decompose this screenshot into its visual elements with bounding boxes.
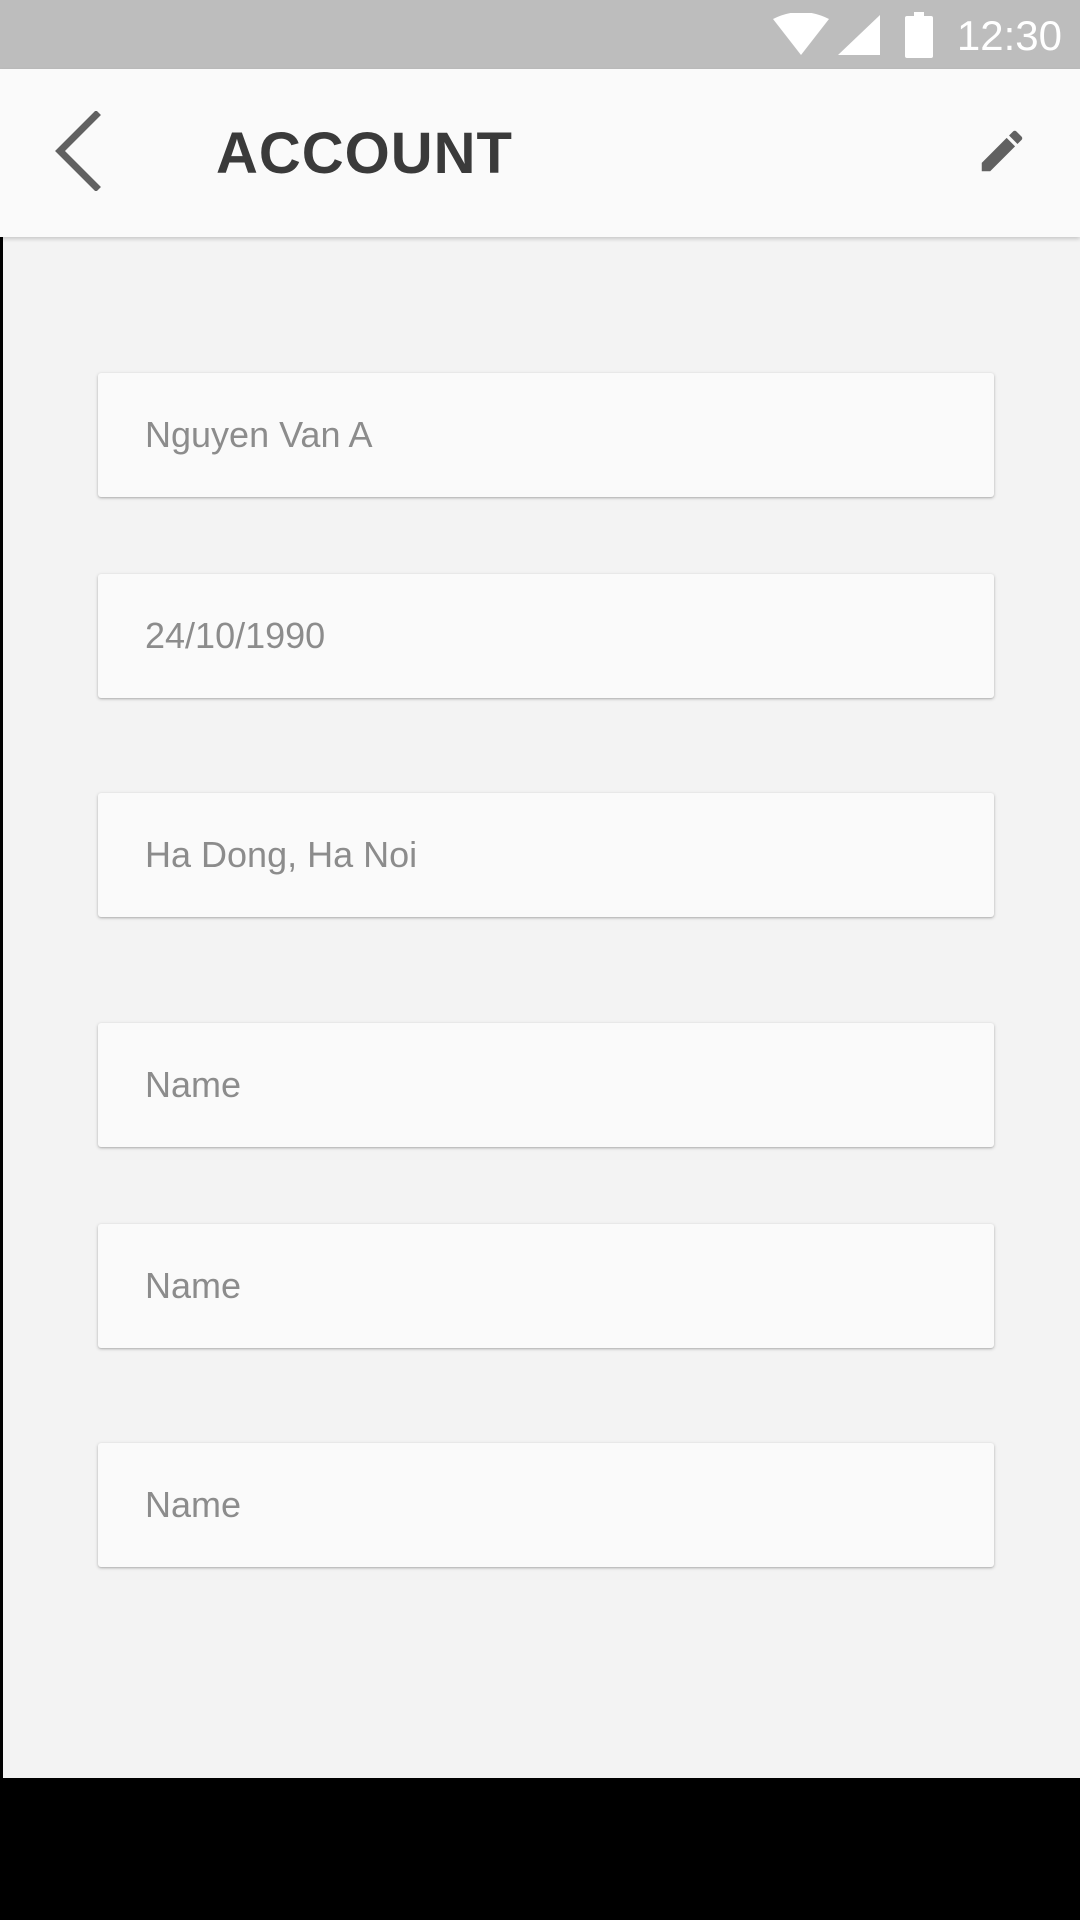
edit-button[interactable]	[954, 105, 1050, 201]
page-title: ACCOUNT	[216, 121, 513, 186]
cellular-signal-icon	[836, 0, 880, 69]
field-placeholder: Name	[145, 1064, 242, 1105]
chevron-left-icon	[52, 109, 104, 196]
address-field[interactable]: Ha Dong, Ha Noi	[98, 793, 994, 917]
name-field-1[interactable]: Name	[98, 1023, 994, 1147]
account-form: Nguyen Van A 24/10/1990 Ha Dong, Ha Noi …	[3, 237, 1080, 1778]
field-value: Ha Dong, Ha Noi	[145, 834, 418, 875]
battery-icon	[905, 0, 933, 69]
full-name-field[interactable]: Nguyen Van A	[98, 373, 994, 497]
name-field-2[interactable]: Name	[98, 1224, 994, 1348]
field-placeholder: Name	[145, 1265, 242, 1306]
pencil-icon	[975, 124, 1029, 183]
field-value: Nguyen Van A	[145, 414, 373, 455]
status-time: 12:30	[956, 12, 1062, 59]
birth-date-field[interactable]: 24/10/1990	[98, 574, 994, 698]
navigation-bar	[0, 1778, 1080, 1920]
status-bar: 12:30	[0, 0, 1080, 69]
app-bar: ACCOUNT	[0, 69, 1080, 237]
field-placeholder: Name	[145, 1484, 242, 1525]
account-screen: 12:30 ACCOUNT Nguyen Van A 24/10/1990 Ha…	[0, 0, 1080, 1920]
back-button[interactable]	[30, 105, 126, 201]
name-field-3[interactable]: Name	[98, 1443, 994, 1567]
field-value: 24/10/1990	[145, 615, 326, 656]
wifi-icon	[773, 0, 829, 69]
